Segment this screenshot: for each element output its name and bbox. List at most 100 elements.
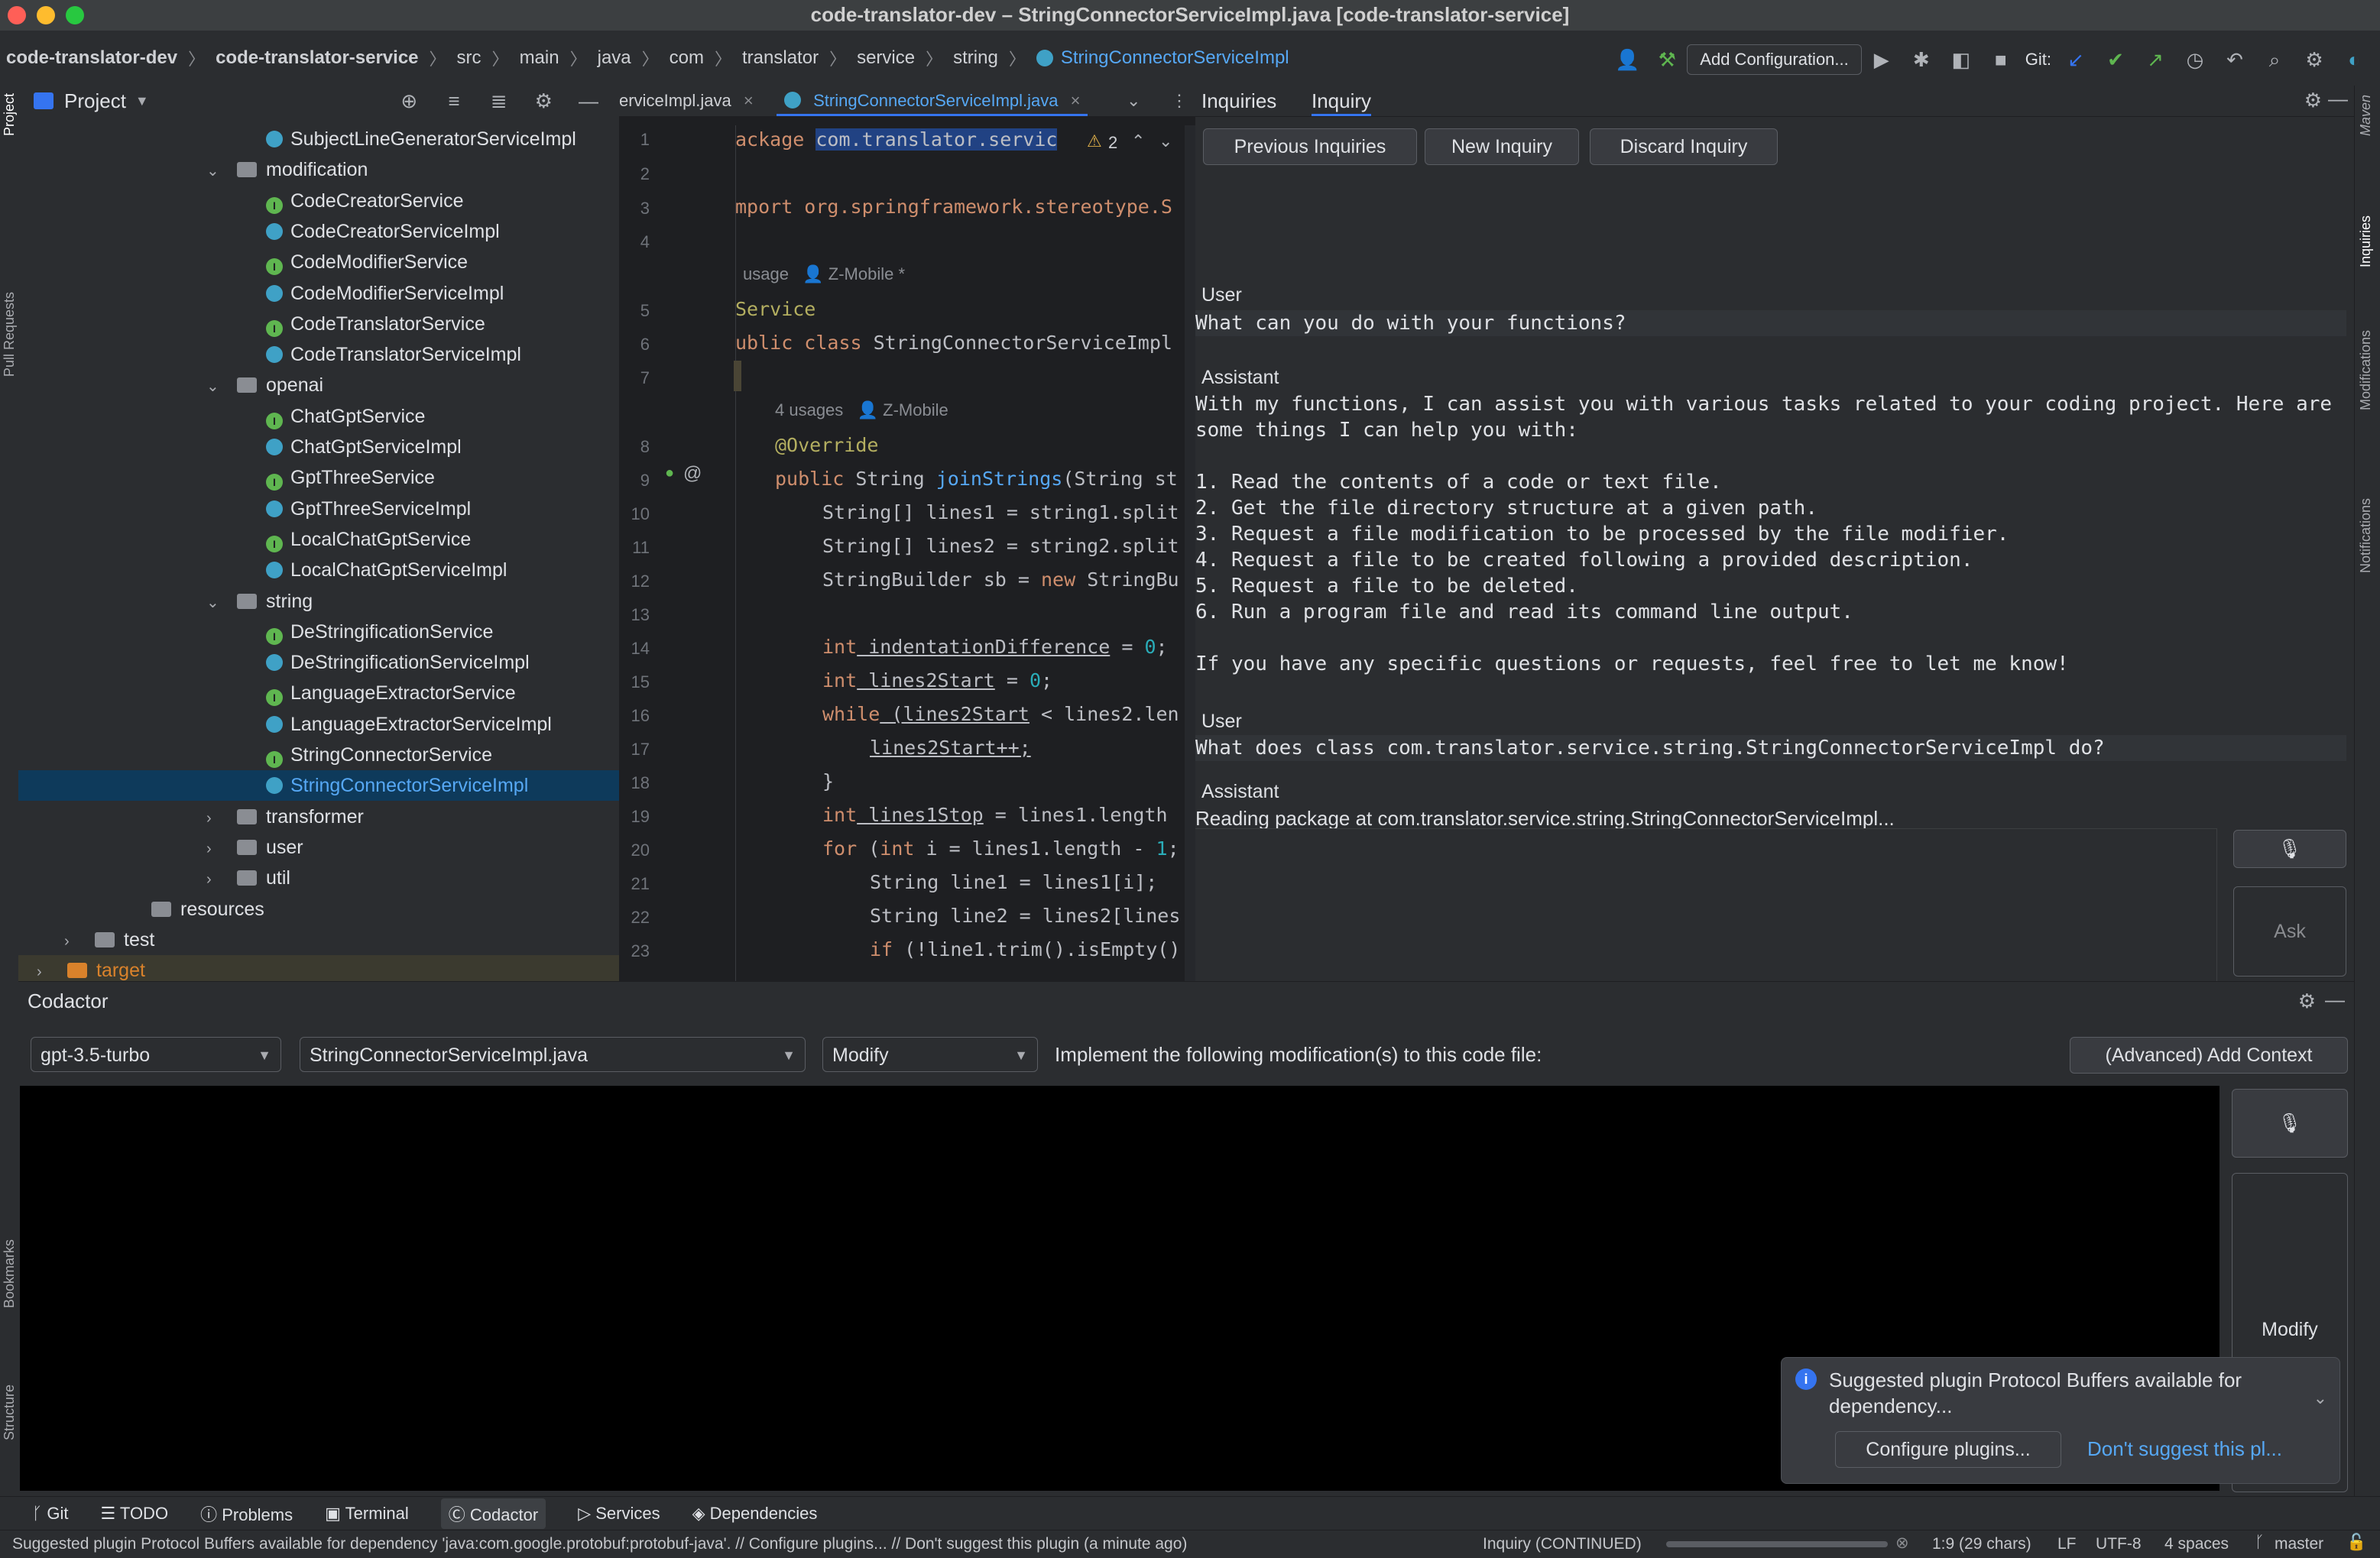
tree-item-CodeModifierService[interactable]: I CodeModifierService	[18, 247, 619, 277]
tool-window-terminal[interactable]: ▣ Terminal	[325, 1504, 409, 1524]
project-tool-button[interactable]: Project	[2, 93, 18, 136]
git-push-icon[interactable]: ↗	[2143, 47, 2168, 72]
run-icon[interactable]: ▶	[1869, 47, 1894, 72]
line-number[interactable]: 16	[619, 706, 650, 726]
line-number[interactable]: 15	[619, 672, 650, 692]
code-line-23[interactable]: if (!line1.trim().isEmpty()	[870, 938, 1180, 960]
breadcrumb-project[interactable]: code-translator-dev	[6, 47, 177, 69]
discard-inquiry-button[interactable]: Discard Inquiry	[1590, 128, 1778, 165]
chevron-right-icon[interactable]: ›	[64, 926, 81, 957]
line-number[interactable]: 14	[619, 639, 650, 659]
tree-item-ChatGptService[interactable]: I ChatGptService	[18, 401, 619, 432]
code-line-3[interactable]: mport org.springframework.stereotype.S	[735, 196, 1172, 218]
code-line-15[interactable]: int lines2Start = 0;	[822, 669, 1052, 692]
gear-icon[interactable]: ⚙	[2298, 990, 2316, 1013]
code-line-16[interactable]: while (lines2Start < lines2.len	[822, 703, 1179, 725]
tool-window-problems[interactable]: ⓘ Problems	[200, 1501, 293, 1526]
dont-suggest-link[interactable]: Don't suggest this pl...	[2087, 1437, 2282, 1461]
tree-folder-user[interactable]: › user	[18, 832, 619, 863]
lock-icon[interactable]: 🔓	[2346, 1534, 2366, 1552]
model-select[interactable]: gpt-3.5-turbo ▼	[31, 1037, 281, 1072]
close-icon[interactable]: ×	[1071, 91, 1081, 110]
minimize-icon[interactable]: —	[576, 89, 601, 113]
tab-inquiry[interactable]: Inquiry	[1312, 86, 1372, 116]
tree-item-GptThreeService[interactable]: I GptThreeService	[18, 462, 619, 493]
breadcrumb-class[interactable]: StringConnectorServiceImpl	[1061, 47, 1289, 69]
tree-item-LocalChatGptServiceImpl[interactable]: LocalChatGptServiceImpl	[18, 555, 619, 585]
line-number[interactable]: 7	[619, 368, 650, 388]
breadcrumb-service[interactable]: service	[857, 47, 915, 69]
line-number[interactable]: 9	[619, 471, 650, 491]
git-commit-icon[interactable]: ✔	[2103, 47, 2128, 72]
debug-icon[interactable]: ✱	[1909, 47, 1934, 72]
editor-scrollbar[interactable]	[1185, 125, 1195, 981]
more-options-icon[interactable]: ⋮	[1171, 86, 1188, 116]
modifications-tool-button[interactable]: Modifications	[2358, 330, 2374, 410]
code-line-12[interactable]: StringBuilder sb = new StringBu	[822, 568, 1179, 591]
tree-item-SubjectLineGeneratorServiceImpl[interactable]: SubjectLineGeneratorServiceImpl	[18, 124, 619, 154]
locate-icon[interactable]: ⊕	[397, 89, 421, 113]
line-number[interactable]: 12	[619, 572, 650, 591]
file-select[interactable]: StringConnectorServiceImpl.java ▼	[300, 1037, 806, 1072]
line-number[interactable]: 20	[619, 841, 650, 860]
tree-item-CodeTranslatorServiceImpl[interactable]: CodeTranslatorServiceImpl	[18, 339, 619, 370]
git-branch[interactable]: master	[2275, 1535, 2323, 1553]
line-number[interactable]: 23	[619, 941, 650, 961]
chevron-down-icon[interactable]: ⌄	[206, 588, 223, 618]
line-number[interactable]: 5	[619, 301, 650, 321]
inquiries-tool-button[interactable]: Inquiries	[2358, 215, 2374, 267]
gear-icon[interactable]: ⚙	[2304, 89, 2322, 112]
minimize-icon[interactable]: —	[2328, 87, 2348, 111]
usages-hint[interactable]: 4 usages 👤 Z-Mobile	[775, 400, 948, 420]
line-number[interactable]: 18	[619, 773, 650, 793]
new-inquiry-button[interactable]: New Inquiry	[1425, 128, 1579, 165]
tree-folder-test[interactable]: › test	[18, 925, 619, 955]
tree-item-LanguageExtractorService[interactable]: I LanguageExtractorService	[18, 678, 619, 708]
breadcrumb-module[interactable]: code-translator-service	[216, 47, 418, 69]
line-number[interactable]: 4	[619, 232, 650, 252]
git-rollback-icon[interactable]: ↶	[2223, 47, 2247, 72]
bookmarks-tool-button[interactable]: Bookmarks	[2, 1239, 18, 1308]
chevron-down-icon[interactable]: ⌄	[206, 371, 223, 402]
usage-hint[interactable]: usage 👤 Z-Mobile *	[743, 264, 905, 284]
line-number[interactable]: 6	[619, 335, 650, 355]
code-line-19[interactable]: int lines1Stop = lines1.length	[822, 804, 1168, 826]
tree-folder-transformer[interactable]: › transformer	[18, 802, 619, 832]
tree-item-CodeCreatorServiceImpl[interactable]: CodeCreatorServiceImpl	[18, 216, 619, 247]
close-icon[interactable]: ×	[744, 91, 754, 110]
tree-folder-modification[interactable]: ⌄ modification	[18, 154, 619, 185]
gear-icon[interactable]: ⚙	[2302, 47, 2326, 72]
code-line-22[interactable]: String line2 = lines2[lines	[870, 905, 1180, 927]
breadcrumb-com[interactable]: com	[670, 47, 704, 69]
code-line-8[interactable]: @Override	[775, 434, 878, 456]
chevron-right-icon[interactable]: ›	[206, 834, 223, 864]
coverage-icon[interactable]: ◧	[1949, 47, 1973, 72]
tab-previous-file[interactable]: erviceImpl.java ×	[619, 86, 754, 116]
tree-item-CodeCreatorService[interactable]: I CodeCreatorService	[18, 186, 619, 216]
tool-window-dependencies[interactable]: ◈ Dependencies	[692, 1504, 818, 1524]
breadcrumb-translator[interactable]: translator	[742, 47, 819, 69]
tree-folder-util[interactable]: › util	[18, 863, 619, 893]
tool-window-services[interactable]: ▷ Services	[578, 1504, 660, 1524]
tab-inquiries[interactable]: Inquiries	[1201, 86, 1276, 116]
code-line-10[interactable]: String[] lines1 = string1.split	[822, 501, 1179, 523]
tree-item-DeStringificationService[interactable]: I DeStringificationService	[18, 617, 619, 647]
line-number[interactable]: 8	[619, 437, 650, 457]
collapse-all-icon[interactable]: ≣	[487, 89, 511, 113]
line-number[interactable]: 21	[619, 874, 650, 894]
code-line-14[interactable]: int indentationDifference = 0;	[822, 636, 1168, 658]
minimize-icon[interactable]: —	[2325, 988, 2345, 1012]
caret-position[interactable]: 1:9 (29 chars)	[1932, 1535, 2031, 1553]
tree-item-LanguageExtractorServiceImpl[interactable]: LanguageExtractorServiceImpl	[18, 709, 619, 740]
code-line-17[interactable]: lines2Start++;	[870, 737, 1031, 759]
warning-icon[interactable]: ⚠	[1087, 131, 1102, 151]
implements-marker-icon[interactable]: ●	[665, 465, 674, 482]
configure-plugins-button[interactable]: Configure plugins...	[1835, 1431, 2061, 1468]
code-line-20[interactable]: for (int i = lines1.length - 1;	[822, 837, 1179, 860]
next-highlight-icon[interactable]: ⌄	[1159, 131, 1172, 151]
breadcrumb-src[interactable]: src	[457, 47, 482, 69]
previous-inquiries-button[interactable]: Previous Inquiries	[1203, 128, 1417, 165]
tree-item-GptThreeServiceImpl[interactable]: GptThreeServiceImpl	[18, 494, 619, 524]
gear-icon[interactable]: ⚙	[531, 89, 556, 113]
tool-window-git[interactable]: ᚴ Git	[32, 1504, 68, 1524]
